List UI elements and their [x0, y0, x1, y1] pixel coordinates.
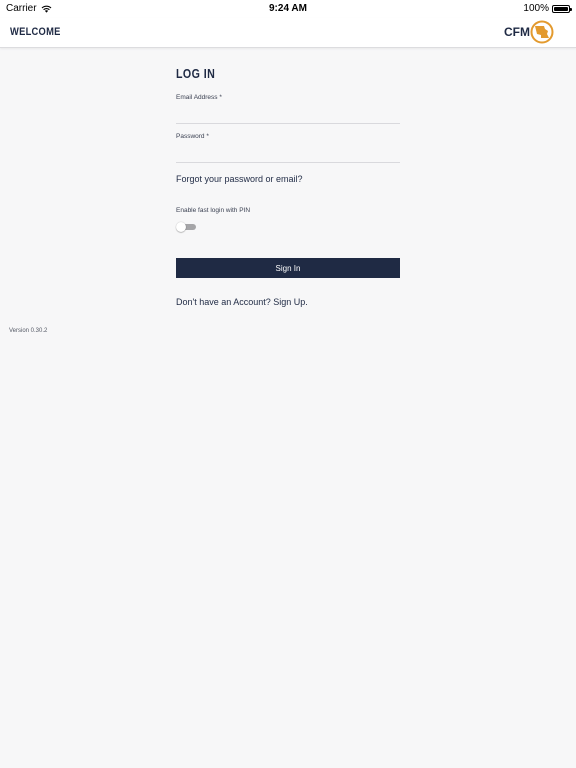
battery-icon	[552, 4, 572, 13]
status-bar: Carrier 9:24 AM 100%	[0, 0, 576, 18]
pin-label: Enable fast login with PIN	[176, 207, 251, 214]
battery-percent: 100%	[523, 3, 549, 14]
navigation-bar: WELCOME CFM	[0, 18, 576, 48]
pin-toggle[interactable]	[176, 222, 196, 232]
status-time: 9:24 AM	[269, 3, 307, 14]
sign-in-button[interactable]: Sign In	[176, 258, 400, 278]
email-label: Email Address *	[176, 94, 222, 101]
version-label: Version 0.30.2	[9, 328, 48, 334]
email-field[interactable]	[176, 107, 400, 124]
sign-up-link[interactable]: Don't have an Account? Sign Up.	[176, 297, 308, 307]
cfm-logo: CFM	[504, 20, 554, 44]
nav-title: WELCOME	[10, 26, 61, 38]
login-heading: LOG IN	[176, 66, 216, 81]
password-field[interactable]	[176, 146, 400, 163]
password-label: Password *	[176, 133, 209, 140]
forgot-password-link[interactable]: Forgot your password or email?	[176, 174, 303, 184]
pin-toggle-thumb	[176, 222, 186, 232]
logo-text: CFM	[504, 25, 530, 39]
battery-indicator: 100%	[523, 3, 572, 14]
